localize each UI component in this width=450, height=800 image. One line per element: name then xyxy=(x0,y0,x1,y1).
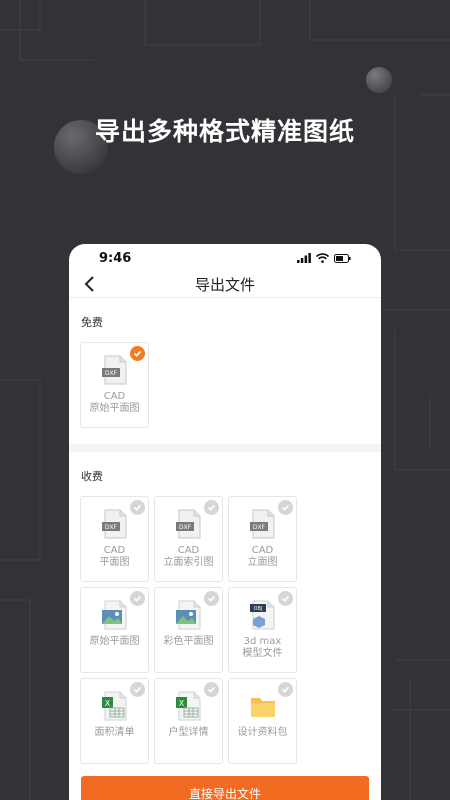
export-option-card[interactable]: DXF CAD 平面图 xyxy=(80,496,149,582)
free-section: 免费 DXF CAD 原始平面图 xyxy=(69,298,381,428)
wifi-icon xyxy=(316,253,329,263)
svg-text:DXF: DXF xyxy=(252,524,265,531)
back-arrow-icon[interactable] xyxy=(81,274,101,294)
paid-section-label: 收费 xyxy=(81,470,103,483)
export-option-card[interactable]: OBJ 3d max 模型文件 xyxy=(228,587,297,673)
unchecked-icon[interactable] xyxy=(278,682,293,697)
unchecked-icon[interactable] xyxy=(130,591,145,606)
promo-headline: 导出多种格式精准图纸 xyxy=(94,117,355,146)
status-icons xyxy=(297,253,351,263)
status-bar: 9:46 xyxy=(69,244,381,272)
section-divider xyxy=(69,444,381,452)
unchecked-icon[interactable] xyxy=(278,500,293,515)
nav-bar: 导出文件 xyxy=(69,272,381,298)
page-title: 导出文件 xyxy=(194,276,255,294)
unchecked-icon[interactable] xyxy=(204,591,219,606)
unchecked-icon[interactable] xyxy=(130,500,145,515)
export-option-card[interactable]: X 面积清单 xyxy=(80,678,149,764)
export-option-label: 设计资料包 xyxy=(237,727,288,738)
excel-file-icon: X xyxy=(101,691,129,721)
dxf-file-icon: DXF xyxy=(175,509,203,539)
svg-text:DXF: DXF xyxy=(178,524,191,531)
export-option-label: 户型详情 xyxy=(168,727,209,738)
export-option-card[interactable]: DXF CAD 立面图 xyxy=(228,496,297,582)
export-option-label: CAD 原始平面图 xyxy=(89,391,140,414)
export-option-card[interactable]: X 户型详情 xyxy=(154,678,223,764)
export-button[interactable]: 直接导出文件 xyxy=(81,776,369,800)
excel-file-icon: X xyxy=(175,691,203,721)
free-section-label: 免费 xyxy=(81,316,103,329)
svg-text:DXF: DXF xyxy=(104,524,117,531)
unchecked-icon[interactable] xyxy=(278,591,293,606)
export-option-card[interactable]: 彩色平面图 xyxy=(154,587,223,673)
export-option-label: 原始平面图 xyxy=(89,636,140,647)
dxf-file-icon: DXF xyxy=(249,509,277,539)
export-option-label: 3d max 模型文件 xyxy=(242,636,283,659)
dxf-file-icon: DXF xyxy=(101,509,129,539)
svg-text:OBJ: OBJ xyxy=(253,606,262,612)
export-option-card[interactable]: 设计资料包 xyxy=(228,678,297,764)
paid-items-grid: DXF CAD 平面图 DXF CAD 立面索引图 DXF CAD 立面图原始平面图 彩色平… xyxy=(80,496,370,764)
dxf-file-icon: DXF xyxy=(101,355,129,385)
unchecked-icon[interactable] xyxy=(130,682,145,697)
unchecked-icon[interactable] xyxy=(204,682,219,697)
signal-icon xyxy=(297,253,311,263)
paid-section: 收费 DXF CAD 平面图 DXF CAD 立面索引图 DXF CAD 立面图原始平面图… xyxy=(69,452,381,764)
image-file-icon xyxy=(101,600,129,630)
export-option-label: CAD 立面索引图 xyxy=(163,545,214,568)
svg-text:X: X xyxy=(178,699,184,708)
unchecked-icon[interactable] xyxy=(204,500,219,515)
free-items-grid: DXF CAD 原始平面图 xyxy=(80,342,370,428)
folder-icon xyxy=(249,691,277,721)
image-file-icon xyxy=(175,600,203,630)
svg-text:X: X xyxy=(104,699,110,708)
checked-icon[interactable] xyxy=(130,346,145,361)
obj-file-icon: OBJ xyxy=(249,600,277,630)
battery-icon xyxy=(334,253,351,263)
export-option-label: 面积清单 xyxy=(94,727,135,738)
export-option-card[interactable]: DXF CAD 立面索引图 xyxy=(154,496,223,582)
export-option-card[interactable]: DXF CAD 原始平面图 xyxy=(80,342,149,428)
phone-screen: 9:46 导出文件 免费 DXF CAD 原始平面图 收费 DXF CAD 平面… xyxy=(69,244,381,800)
export-option-label: 彩色平面图 xyxy=(163,636,214,647)
export-option-label: CAD 立面图 xyxy=(247,545,278,568)
status-time: 9:46 xyxy=(99,250,132,266)
svg-text:DXF: DXF xyxy=(104,370,117,377)
decorative-circle-small xyxy=(366,67,392,93)
export-option-label: CAD 平面图 xyxy=(99,545,130,568)
export-option-card[interactable]: 原始平面图 xyxy=(80,587,149,673)
